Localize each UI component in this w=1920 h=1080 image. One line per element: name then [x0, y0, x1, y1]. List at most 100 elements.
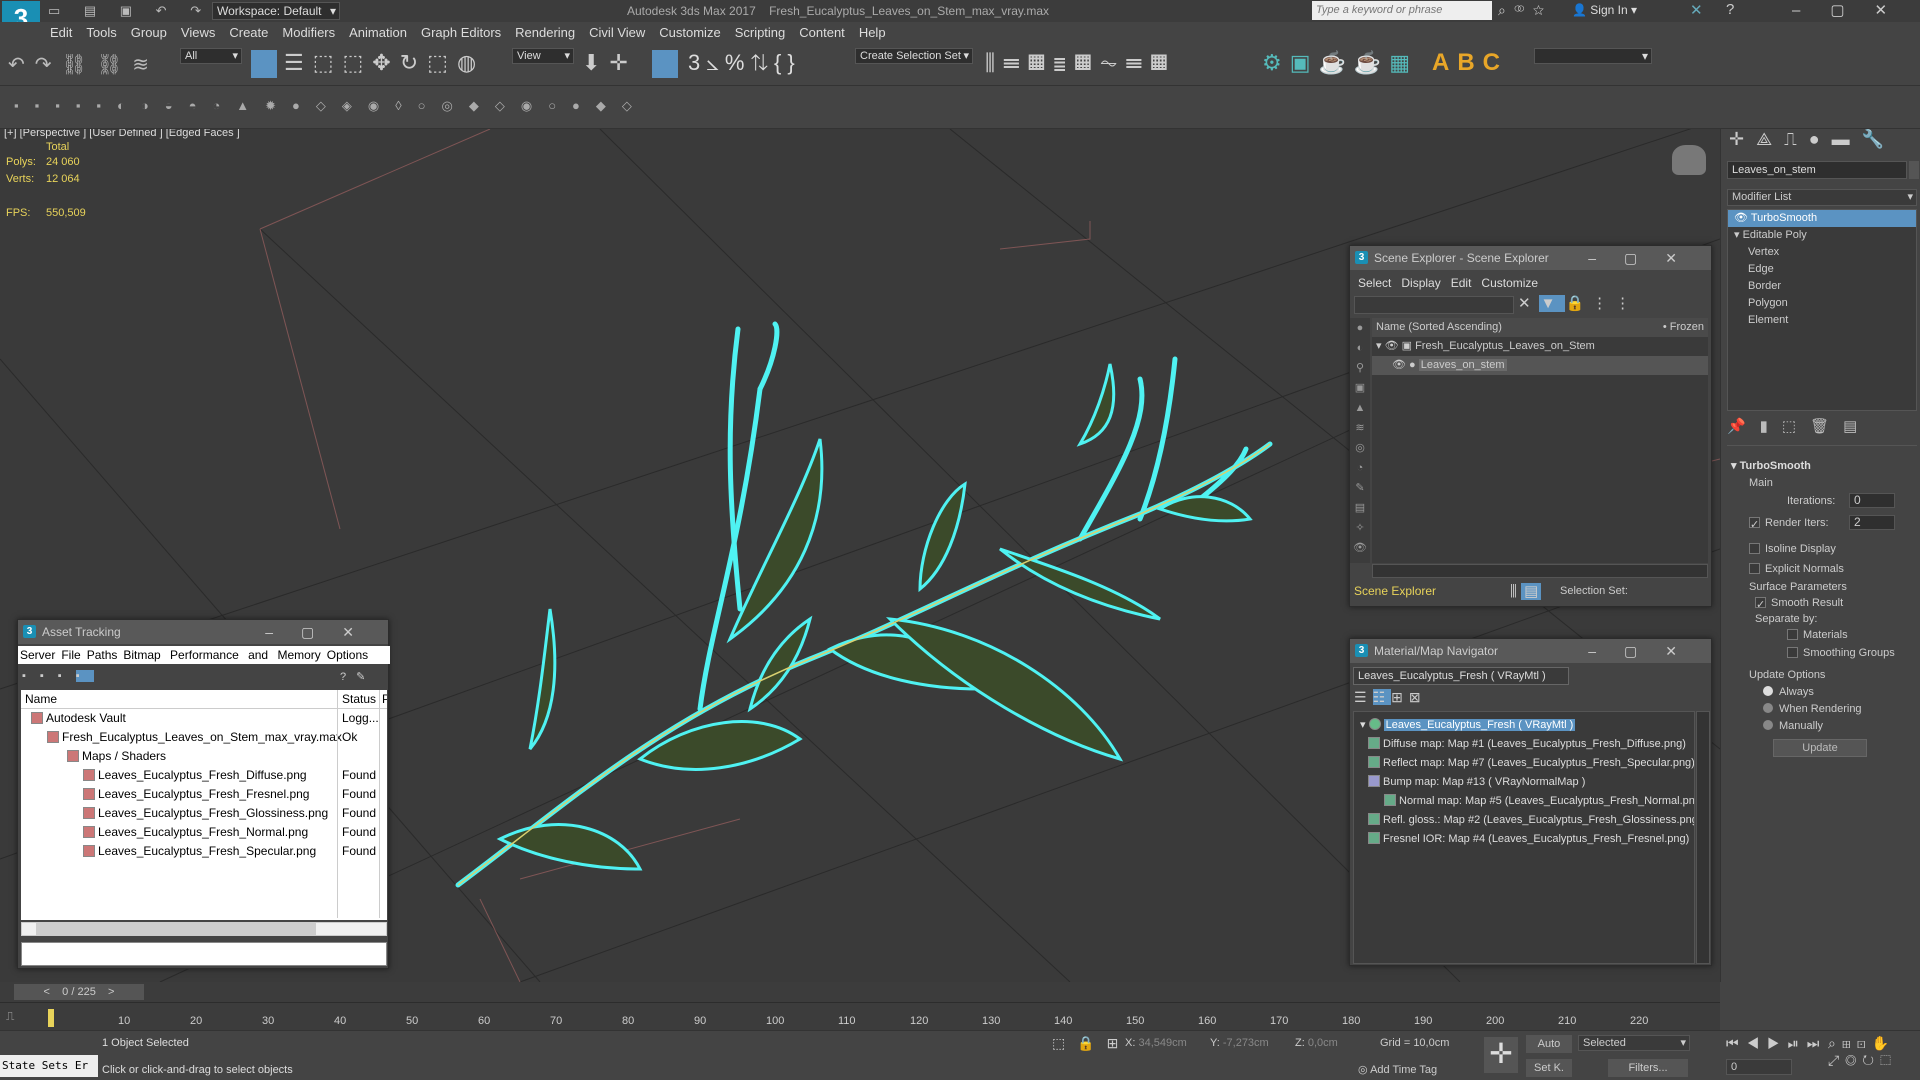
object-name-field[interactable]: Leaves_on_stem — [1727, 161, 1907, 179]
modifier-stack-item[interactable]: Polygon — [1728, 295, 1916, 312]
stack-tools-icons[interactable]: 📌▮⬚🗑▤ — [1727, 417, 1871, 435]
scene-explorer-tools[interactable]: ✕ ▼ 🔒⋮⋮ — [1518, 294, 1638, 312]
add-key-button[interactable]: ✛ — [1484, 1037, 1518, 1073]
mirror-align-layer-icons[interactable]: ⫼☰▦≣▦⏦☰▦ — [985, 50, 1176, 76]
menu-item-tools[interactable]: Tools — [86, 25, 116, 40]
when-rendering-radio[interactable]: When Rendering — [1763, 703, 1862, 715]
modifier-stack-item[interactable]: Border — [1728, 278, 1916, 295]
viewport-label[interactable]: [+] [Perspective ] [User Defined ] [Edge… — [4, 129, 240, 139]
modifier-stack-item[interactable]: Element — [1728, 312, 1916, 329]
menu-item-customize[interactable]: Customize — [659, 25, 720, 40]
modifier-stack-item[interactable]: Vertex — [1728, 244, 1916, 261]
playback-controls[interactable]: ⏮◀▶⏯⏭ — [1726, 1035, 1827, 1052]
transform-tools[interactable]: ☰⬚⬚✥↻⬚◍ — [284, 50, 485, 76]
exchange-icon[interactable]: ✕ — [1690, 1, 1703, 19]
material-tree-item[interactable]: Refl. gloss.: Map #2 (Leaves_Eucalyptus_… — [1354, 811, 1694, 830]
turbosmooth-rollout-header[interactable]: ▾ TurboSmooth — [1731, 459, 1811, 472]
scene-tree-header[interactable]: Name (Sorted Ascending) • Frozen — [1372, 318, 1708, 337]
menu-item-edit[interactable]: Edit — [50, 25, 72, 40]
key-filter-dropdown[interactable]: Selected ▾ — [1578, 1035, 1690, 1051]
render-icons[interactable]: ⚙▣☕☕▦ — [1262, 50, 1418, 76]
asset-table-row[interactable]: Leaves_Eucalyptus_Fresh_Fresnel.png Found — [21, 785, 387, 804]
asset-tracking-menu-item[interactable]: Paths — [87, 648, 118, 662]
asset-path-field[interactable] — [21, 942, 387, 966]
object-color-swatch[interactable] — [1909, 161, 1919, 179]
keyboard-shortcut-override-button[interactable] — [652, 50, 678, 78]
scene-explorer-hscrollbar[interactable] — [1372, 564, 1708, 578]
viewport-navigation-icons[interactable]: ⌕⊞⊡✋ ⤢◎↻⬚ — [1828, 1035, 1897, 1069]
menu-item-animation[interactable]: Animation — [349, 25, 407, 40]
viewcube-icon[interactable] — [1672, 145, 1706, 175]
material-name-field[interactable]: Leaves_Eucalyptus_Fresh ( VRayMtl ) — [1353, 667, 1569, 685]
asset-table-row[interactable]: Autodesk Vault Logg... — [21, 709, 387, 728]
scene-tree-item[interactable]: ▾ 👁 ▣ Fresh_Eucalyptus_Leaves_on_Stem — [1372, 337, 1708, 356]
undo-redo-link-icons[interactable]: ↶↷⛓⛓≋ — [8, 52, 159, 77]
modifier-list-dropdown[interactable]: Modifier List ▾ — [1727, 189, 1917, 206]
scene-tree-item-selected[interactable]: 👁 ● Leaves_on_stem — [1372, 356, 1708, 375]
modifier-stack-item[interactable]: Edge — [1728, 261, 1916, 278]
asset-tracking-tools[interactable]: ▪▪▪▪ — [22, 670, 94, 682]
asset-tracking-title[interactable]: 3 Asset Tracking –▢✕ — [18, 620, 388, 644]
asset-tracking-help-icons[interactable]: ?✎ — [340, 670, 375, 683]
scene-explorer-search-input[interactable] — [1354, 296, 1514, 314]
auto-key-button[interactable]: Auto — [1526, 1035, 1572, 1053]
render-iters-checkbox[interactable]: ✓ Render Iters: — [1749, 517, 1829, 531]
scene-explorer-menu-select[interactable]: Select — [1358, 276, 1391, 290]
material-tree-item[interactable]: Bump map: Map #13 ( VRayNormalMap ) — [1354, 773, 1694, 792]
menu-item-views[interactable]: Views — [181, 25, 215, 40]
smooth-result-checkbox[interactable]: ✓ Smooth Result — [1755, 597, 1843, 611]
isoline-display-checkbox[interactable]: Isoline Display — [1749, 543, 1836, 555]
state-sets-field[interactable]: State Sets Er — [0, 1055, 98, 1077]
search-input[interactable]: Type a keyword or phrase — [1312, 1, 1492, 20]
material-tree-item[interactable]: Normal map: Map #5 (Leaves_Eucalyptus_Fr… — [1354, 792, 1694, 811]
track-bar[interactable]: ⎍ 10 20 30 40 50 60 70 80 90 100 110 120 130 140 150 16… — [0, 1002, 1720, 1030]
menu-item-scripting[interactable]: Scripting — [735, 25, 786, 40]
menu-item-rendering[interactable]: Rendering — [515, 25, 575, 40]
scene-explorer-sidebar-icons[interactable]: ● ◐ ⚲ ▣ ▲ ≋ ◎ ◔ ✎ ▤ ✧ 👁 — [1350, 318, 1370, 563]
material-view-buttons[interactable]: ☰☷⊞⊠ — [1354, 689, 1427, 706]
update-button[interactable]: Update — [1773, 739, 1867, 757]
render-preset-dropdown[interactable]: ▾ — [1534, 48, 1652, 64]
material-tree[interactable]: ▾ Leaves_Eucalyptus_Fresh ( VRayMtl ) Dif… — [1353, 711, 1695, 964]
time-slider-thumb[interactable]: < 0 / 225 > — [14, 984, 144, 1000]
explicit-normals-checkbox[interactable]: Explicit Normals — [1749, 563, 1844, 575]
menu-item-content[interactable]: Content — [799, 25, 845, 40]
set-key-button[interactable]: Set K. — [1526, 1059, 1572, 1077]
named-selection-set-dropdown[interactable]: Create Selection Set ▾ — [855, 48, 973, 64]
menu-item-help[interactable]: Help — [859, 25, 886, 40]
key-filters-button[interactable]: Filters... — [1608, 1059, 1688, 1077]
eucalyptus-model[interactable] — [440, 269, 1280, 909]
asset-table-row[interactable]: Fresh_Eucalyptus_Leaves_on_Stem_max_vray… — [21, 728, 387, 747]
modifier-stack-item[interactable]: ▾ Editable Poly — [1728, 227, 1916, 244]
asset-tracking-menu-item[interactable]: Options — [327, 648, 368, 662]
x-coord[interactable]: X: 34,549cm — [1125, 1037, 1187, 1049]
select-object-button[interactable] — [251, 50, 277, 78]
material-navigator-title[interactable]: 3 Material/Map Navigator –▢✕ — [1350, 639, 1711, 663]
isolate-lock-icons[interactable]: ⬚🔒⊞ — [1052, 1035, 1130, 1052]
eye-icon[interactable]: 👁 — [1734, 212, 1748, 224]
ribbon-tools-icons[interactable]: ▪▪▪▪▪◐◑◒◓◔▲✹●◇◈◉◊○◎◆◇◉○●◆◇ — [14, 98, 648, 114]
scene-explorer-menu-customize[interactable]: Customize — [1481, 276, 1538, 290]
menu-item-graph-editors[interactable]: Graph Editors — [421, 25, 501, 40]
asset-tracking-menu-item[interactable]: Bitmap Performance and Memory — [123, 648, 320, 662]
command-panel-tabs[interactable]: ✛⟁⎍●▬🔧 — [1729, 129, 1896, 150]
materials-checkbox[interactable]: Materials — [1787, 629, 1848, 641]
material-tree-item[interactable]: Reflect map: Map #7 (Leaves_Eucalyptus_F… — [1354, 754, 1694, 773]
material-tree-item[interactable]: ▾ Leaves_Eucalyptus_Fresh ( VRayMtl ) — [1354, 716, 1694, 735]
search-tools-icons[interactable]: ⌕⚭☆ — [1498, 2, 1552, 19]
manually-radio[interactable]: Manually — [1763, 720, 1823, 732]
asset-table-row[interactable]: Leaves_Eucalyptus_Fresh_Normal.png Found — [21, 823, 387, 842]
layers-icon[interactable]: ⫼ ▤ — [1510, 582, 1542, 600]
scene-explorer-menu-display[interactable]: Display — [1401, 276, 1440, 290]
workspace-dropdown[interactable]: Workspace: Default ▾ — [212, 2, 340, 20]
asset-table[interactable]: NameStatusP Autodesk VaultLogg...Fresh_E… — [21, 690, 387, 920]
render-iters-spinner[interactable]: 2 — [1849, 515, 1895, 531]
scene-explorer-title[interactable]: 3 Scene Explorer - Scene Explorer –▢✕ — [1350, 246, 1711, 270]
asset-table-row[interactable]: Leaves_Eucalyptus_Fresh_Specular.png Foun… — [21, 842, 387, 861]
asset-table-header[interactable]: NameStatusP — [21, 690, 387, 709]
menu-item-civil-view[interactable]: Civil View — [589, 25, 645, 40]
z-coord[interactable]: Z: 0,0cm — [1295, 1037, 1338, 1049]
add-time-tag-button[interactable]: ◎ Add Time Tag — [1358, 1063, 1437, 1076]
snap-tools[interactable]: ⬇✛ — [582, 50, 637, 76]
scene-tree[interactable]: Name (Sorted Ascending) • Frozen ▾ 👁 ▣ Fr… — [1372, 318, 1708, 563]
